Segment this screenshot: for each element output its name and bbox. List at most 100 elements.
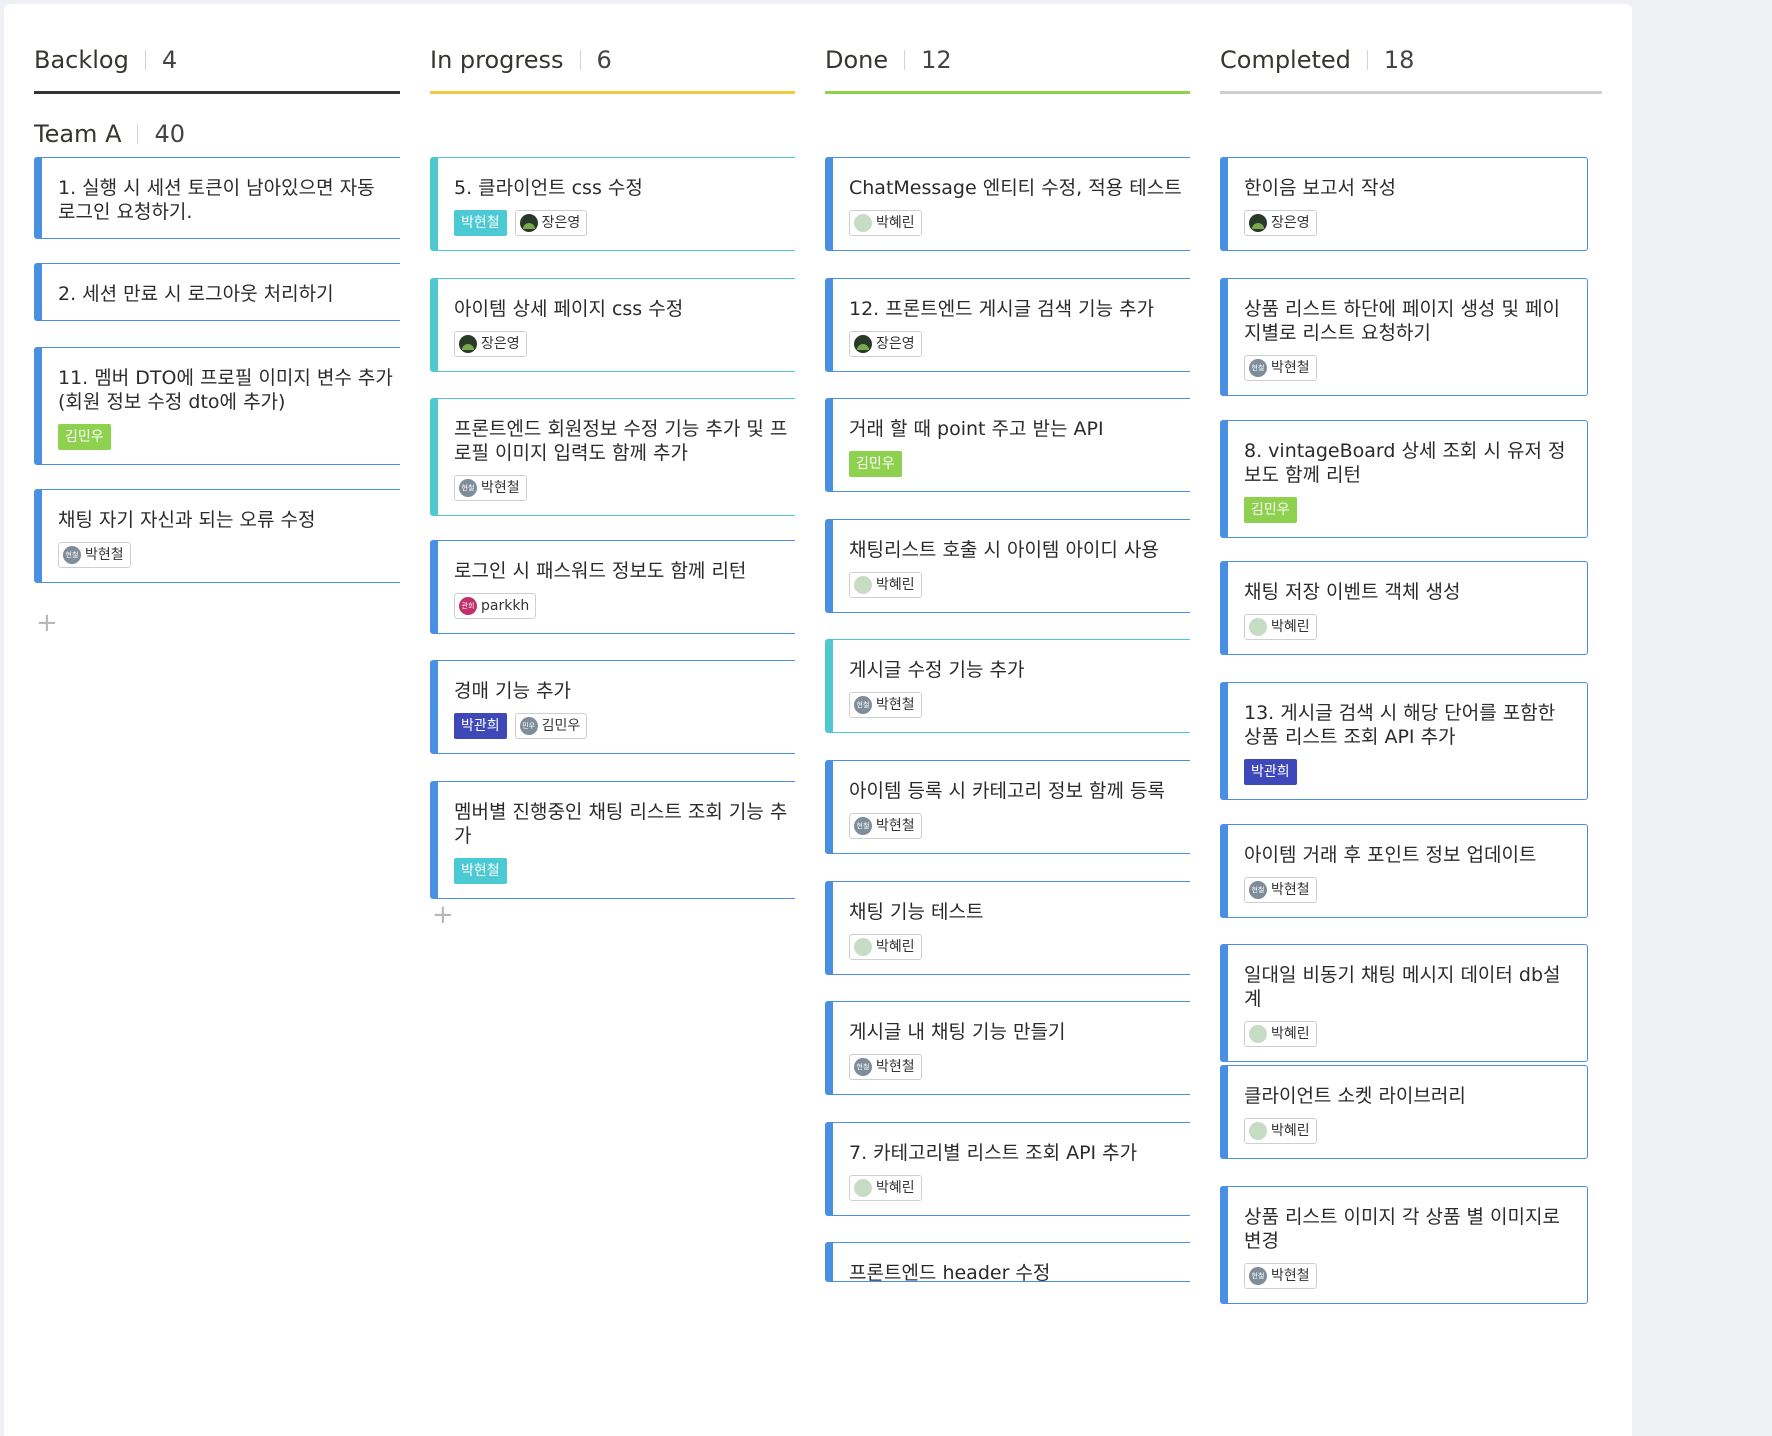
assignee-chip[interactable]: 관희 parkkh	[454, 593, 537, 619]
column-count: 12	[921, 45, 952, 74]
assignee-chip[interactable]: 장은영	[454, 331, 527, 357]
card-tags: 박혜린	[849, 1175, 1188, 1201]
assignee-tag[interactable]: 김민우	[58, 424, 111, 450]
task-card[interactable]: 11. 멤버 DTO에 프로필 이미지 변수 추가(회원 정보 수정 dto에 …	[34, 347, 416, 465]
assignee-chip[interactable]: 현철 박현철	[1244, 355, 1317, 381]
task-card[interactable]: 프론트엔드 회원정보 수정 기능 추가 및 프로필 이미지 입력도 함께 추가 …	[430, 398, 812, 516]
assignee-tag[interactable]: 박현철	[454, 210, 507, 236]
card-tags: 현철 박현철	[849, 692, 1188, 718]
column-title: Backlog	[34, 45, 129, 74]
add-card-icon[interactable]: +	[36, 610, 58, 636]
task-card[interactable]: 한이음 보고서 작성 장은영	[1220, 157, 1588, 251]
task-card[interactable]: 8. vintageBoard 상세 조회 시 유저 정보도 함께 리턴 김민우	[1220, 420, 1588, 538]
column-done: Done 12 ChatMessage 엔티티 수정, 적용 테스트 박혜린 1…	[795, 4, 1237, 1436]
card-tags: 현철 박현철	[1244, 355, 1569, 381]
task-card[interactable]: 멤버별 진행중인 채팅 리스트 조회 기능 추가 박현철	[430, 781, 812, 899]
assignee-chip[interactable]: 현철 박현철	[1244, 1263, 1317, 1289]
assignee-chip[interactable]: 민우 김민우	[514, 713, 588, 739]
task-card[interactable]: 2. 세션 만료 시 로그아웃 처리하기	[34, 263, 416, 321]
task-card[interactable]: 게시글 내 채팅 기능 만들기 현철 박현철	[825, 1001, 1207, 1095]
assignee-name: 박혜린	[876, 215, 915, 231]
assignee-chip[interactable]: 현철 박현철	[849, 813, 922, 839]
assignee-chip[interactable]: 현철 박현철	[1244, 877, 1317, 903]
task-card[interactable]: 채팅리스트 호출 시 아이템 아이디 사용 박혜린	[825, 519, 1207, 613]
group-header[interactable]: Team A 40	[34, 120, 185, 148]
card-tags: 박관희 민우 김민우	[454, 713, 793, 739]
assignee-chip[interactable]: 장은영	[1244, 210, 1317, 236]
task-card[interactable]: 채팅 자기 자신과 되는 오류 수정 현철 박현철	[34, 489, 416, 583]
card-tags: 김민우	[1244, 497, 1569, 523]
card-tags: 현철 박현철	[849, 1054, 1188, 1080]
card-tags: 김민우	[849, 451, 1188, 477]
card-title: 아이템 상세 페이지 css 수정	[454, 298, 684, 320]
card-title: 상품 리스트 하단에 페이지 생성 및 페이지별로 리스트 요청하기	[1244, 298, 1560, 344]
task-card[interactable]: ChatMessage 엔티티 수정, 적용 테스트 박혜린	[825, 157, 1207, 251]
task-card[interactable]: 7. 카테고리별 리스트 조회 API 추가 박혜린	[825, 1122, 1207, 1216]
task-card[interactable]: 상품 리스트 이미지 각 상품 별 이미지로 변경 현철 박현철	[1220, 1186, 1588, 1304]
card-tags: 장은영	[849, 331, 1188, 357]
assignee-chip[interactable]: 현철 박현철	[58, 542, 131, 568]
card-tags: 현철 박현철	[454, 475, 793, 501]
task-card[interactable]: 아이템 등록 시 카테고리 정보 함께 등록 현철 박현철	[825, 760, 1207, 854]
card-tags: 박혜린	[1244, 1118, 1569, 1144]
task-card[interactable]: 게시글 수정 기능 추가 현철 박현철	[825, 639, 1207, 733]
assignee-chip[interactable]: 박혜린	[849, 934, 922, 960]
assignee-tag[interactable]: 김민우	[849, 451, 902, 477]
assignee-chip[interactable]: 박혜린	[1244, 1021, 1317, 1047]
column-header[interactable]: In progress 6	[430, 34, 812, 94]
task-card[interactable]: 13. 게시글 검색 시 해당 단어를 포함한 상품 리스트 조회 API 추가…	[1220, 682, 1588, 800]
assignee-chip[interactable]: 박혜린	[1244, 614, 1317, 640]
avatar	[854, 938, 872, 956]
assignee-chip[interactable]: 현철 박현철	[849, 692, 922, 718]
card-tags: 박혜린	[1244, 614, 1569, 640]
task-card[interactable]: 아이템 거래 후 포인트 정보 업데이트 현철 박현철	[1220, 824, 1588, 918]
assignee-name: 박현철	[1271, 882, 1310, 898]
avatar	[1249, 1122, 1267, 1140]
task-card[interactable]: 5. 클라이언트 css 수정 박현철 장은영	[430, 157, 812, 251]
assignee-tag[interactable]: 박관희	[1244, 759, 1297, 785]
assignee-chip[interactable]: 박혜린	[849, 572, 922, 598]
avatar: 관희	[459, 597, 477, 615]
avatar	[1249, 1025, 1267, 1043]
task-card[interactable]: 경매 기능 추가 박관희 민우 김민우	[430, 660, 812, 754]
assignee-tag[interactable]: 박관희	[454, 713, 507, 739]
avatar	[519, 214, 538, 232]
task-card[interactable]: 채팅 기능 테스트 박혜린	[825, 881, 1207, 975]
task-card[interactable]: 로그인 시 패스워드 정보도 함께 리턴 관희 parkkh	[430, 540, 812, 634]
task-card[interactable]: 아이템 상세 페이지 css 수정 장은영	[430, 278, 812, 372]
task-card[interactable]: 12. 프론트엔드 게시글 검색 기능 추가 장은영	[825, 278, 1207, 372]
assignee-name: parkkh	[481, 598, 530, 614]
avatar: 현철	[63, 546, 81, 564]
group-count: 40	[154, 120, 186, 148]
assignee-chip[interactable]: 현철 박현철	[849, 1054, 922, 1080]
assignee-chip[interactable]: 현철 박현철	[454, 475, 527, 501]
card-title: ChatMessage 엔티티 수정, 적용 테스트	[849, 177, 1182, 199]
card-title: 거래 할 때 point 주고 받는 API	[849, 418, 1104, 440]
kanban-board: Backlog 4 Team A 40 1. 실행 시 세션 토큰이 남아있으면…	[0, 0, 1772, 1436]
assignee-tag[interactable]: 김민우	[1244, 497, 1297, 523]
add-card-icon[interactable]: +	[432, 902, 454, 928]
assignee-chip[interactable]: 박혜린	[1244, 1118, 1317, 1144]
task-card[interactable]: 상품 리스트 하단에 페이지 생성 및 페이지별로 리스트 요청하기 현철 박현…	[1220, 278, 1588, 396]
card-title: 멤버별 진행중인 채팅 리스트 조회 기능 추가	[454, 801, 788, 847]
task-card[interactable]: 1. 실행 시 세션 토큰이 남아있으면 자동 로그인 요청하기.	[34, 157, 416, 239]
task-card[interactable]: 거래 할 때 point 주고 받는 API 김민우	[825, 398, 1207, 492]
task-card[interactable]: 클라이언트 소켓 라이브러리 박혜린	[1220, 1065, 1588, 1159]
card-title: 5. 클라이언트 css 수정	[454, 177, 643, 199]
assignee-chip[interactable]: 장은영	[849, 331, 922, 357]
assignee-chip[interactable]: 박혜린	[849, 1175, 922, 1201]
column-header[interactable]: Backlog 4	[34, 34, 416, 94]
column-header[interactable]: Completed 18	[1220, 34, 1602, 94]
task-card[interactable]: 프론트엔드 header 수정	[825, 1242, 1207, 1282]
column-count: 18	[1383, 45, 1415, 74]
card-title: 상품 리스트 이미지 각 상품 별 이미지로 변경	[1244, 1206, 1560, 1252]
avatar: 현철	[1249, 881, 1267, 899]
column-header[interactable]: Done 12	[825, 34, 1207, 94]
assignee-chip[interactable]: 장은영	[514, 210, 588, 236]
task-card[interactable]: 채팅 저장 이벤트 객체 생성 박혜린	[1220, 561, 1588, 655]
assignee-tag[interactable]: 박현철	[454, 858, 507, 884]
assignee-chip[interactable]: 박혜린	[849, 210, 922, 236]
card-tags: 현철 박현철	[1244, 1263, 1569, 1289]
task-card[interactable]: 일대일 비동기 채팅 메시지 데이터 db설계 박혜린	[1220, 944, 1588, 1062]
column-in-progress: In progress 6 5. 클라이언트 css 수정 박현철 장은영 아이…	[400, 4, 842, 1436]
